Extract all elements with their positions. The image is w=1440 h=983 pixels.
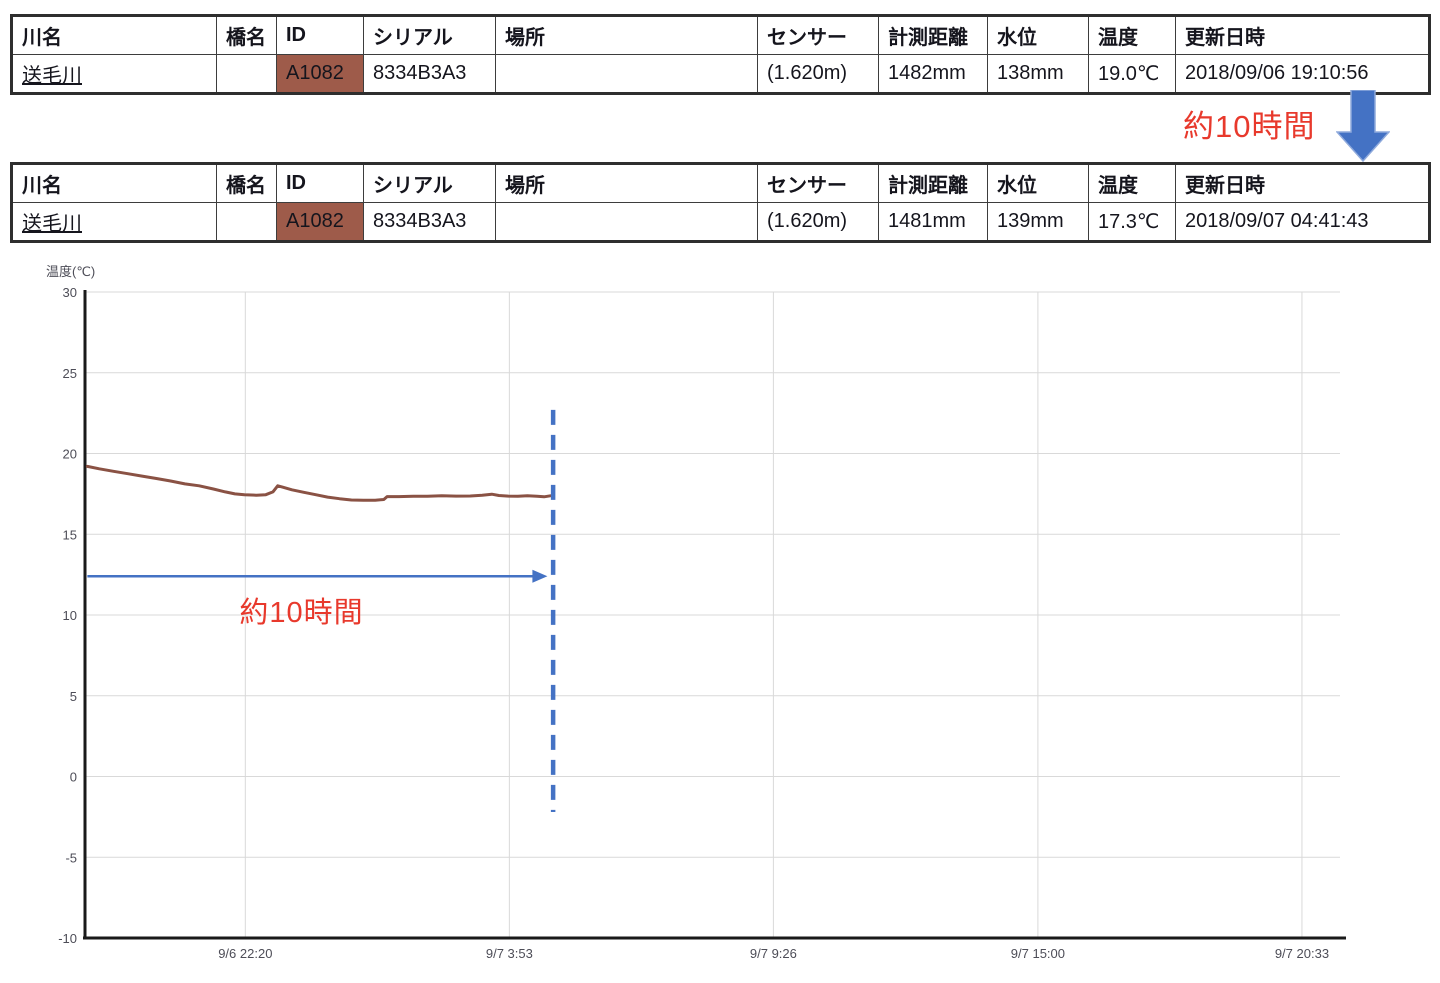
y-tick-label: -10 (58, 931, 77, 946)
y-tick-label: 0 (70, 770, 77, 785)
x-tick-label: 9/7 3:53 (486, 946, 533, 961)
river-name-link[interactable]: 送毛川 (22, 213, 82, 235)
cell-5: (1.620m) (758, 55, 879, 94)
header-row: 川名橋名IDシリアル場所センサー計測距離水位温度更新日時 (12, 164, 1430, 203)
cell-3: 8334B3A3 (364, 203, 496, 242)
cell-2: A1082 (277, 55, 364, 94)
cell-7: 139mm (988, 203, 1089, 242)
x-tick-label: 9/7 20:33 (1275, 946, 1329, 961)
duration-label-chart: 約10時間 (239, 596, 363, 629)
down-arrow-shape (1337, 90, 1389, 161)
col-header-8: 温度 (1089, 164, 1176, 203)
y-tick-label: 30 (63, 285, 77, 300)
cell-3: 8334B3A3 (364, 55, 496, 94)
cell-5: (1.620m) (758, 203, 879, 242)
y-tick-label: 25 (63, 366, 77, 381)
col-header-7: 水位 (988, 164, 1089, 203)
sensor-table-before: 川名橋名IDシリアル場所センサー計測距離水位温度更新日時送毛川 A10828334… (10, 14, 1431, 95)
cell-7: 138mm (988, 55, 1089, 94)
table-row: 送毛川 A10828334B3A3 (1.620m)1481mm139mm17.3℃… (12, 203, 1430, 242)
x-tick-label: 9/7 15:00 (1011, 946, 1065, 961)
cell-2: A1082 (277, 203, 364, 242)
col-header-6: 計測距離 (879, 164, 988, 203)
cell-9: 2018/09/07 04:41:43 (1176, 203, 1430, 242)
duration-label-top: 約10時間 (1183, 101, 1315, 146)
y-tick-label: 15 (63, 527, 77, 542)
col-header-2: ID (277, 164, 364, 203)
cell-9: 2018/09/06 19:10:56 (1176, 55, 1430, 94)
sensor-table-after: 川名橋名IDシリアル場所センサー計測距離水位温度更新日時送毛川 A10828334… (10, 162, 1431, 243)
table-row: 送毛川 A10828334B3A3 (1.620m)1482mm138mm19.0℃… (12, 55, 1430, 94)
cell-8: 19.0℃ (1089, 55, 1176, 94)
y-tick-label: 20 (63, 447, 77, 462)
cell-6: 1481mm (879, 203, 988, 242)
cell-1 (217, 203, 277, 242)
cell-1 (217, 55, 277, 94)
col-header-1: 橋名 (217, 164, 277, 203)
duration-arrow-head (532, 570, 547, 583)
col-header-5: センサー (758, 16, 879, 55)
col-header-7: 水位 (988, 16, 1089, 55)
cell-4 (496, 55, 758, 94)
col-header-9: 更新日時 (1176, 164, 1430, 203)
cell-0: 送毛川 (12, 55, 217, 94)
col-header-2: ID (277, 16, 364, 55)
river-name-link[interactable]: 送毛川 (22, 65, 82, 87)
cell-0: 送毛川 (12, 203, 217, 242)
header-row: 川名橋名IDシリアル場所センサー計測距離水位温度更新日時 (12, 16, 1430, 55)
cell-6: 1482mm (879, 55, 988, 94)
col-header-8: 温度 (1089, 16, 1176, 55)
col-header-3: シリアル (364, 164, 496, 203)
cell-4 (496, 203, 758, 242)
temperature-line (87, 466, 550, 500)
col-header-1: 橋名 (217, 16, 277, 55)
temperature-chart: 30 25 20 15 10 5 0 -5 -10 9/6 22:20 9/7 3:53 9/7 9:… (0, 260, 1440, 983)
col-header-5: センサー (758, 164, 879, 203)
col-header-0: 川名 (12, 16, 217, 55)
y-tick-label: -5 (65, 850, 77, 865)
y-axis-title: 温度(℃) (46, 264, 95, 279)
x-tick-label: 9/7 9:26 (750, 946, 797, 961)
col-header-0: 川名 (12, 164, 217, 203)
down-arrow-icon (1336, 90, 1390, 162)
y-tick-label: 5 (70, 689, 77, 704)
col-header-3: シリアル (364, 16, 496, 55)
col-header-6: 計測距離 (879, 16, 988, 55)
x-tick-label: 9/6 22:20 (218, 946, 272, 961)
col-header-4: 場所 (496, 16, 758, 55)
cell-8: 17.3℃ (1089, 203, 1176, 242)
y-tick-label: 10 (63, 608, 77, 623)
col-header-4: 場所 (496, 164, 758, 203)
col-header-9: 更新日時 (1176, 16, 1430, 55)
